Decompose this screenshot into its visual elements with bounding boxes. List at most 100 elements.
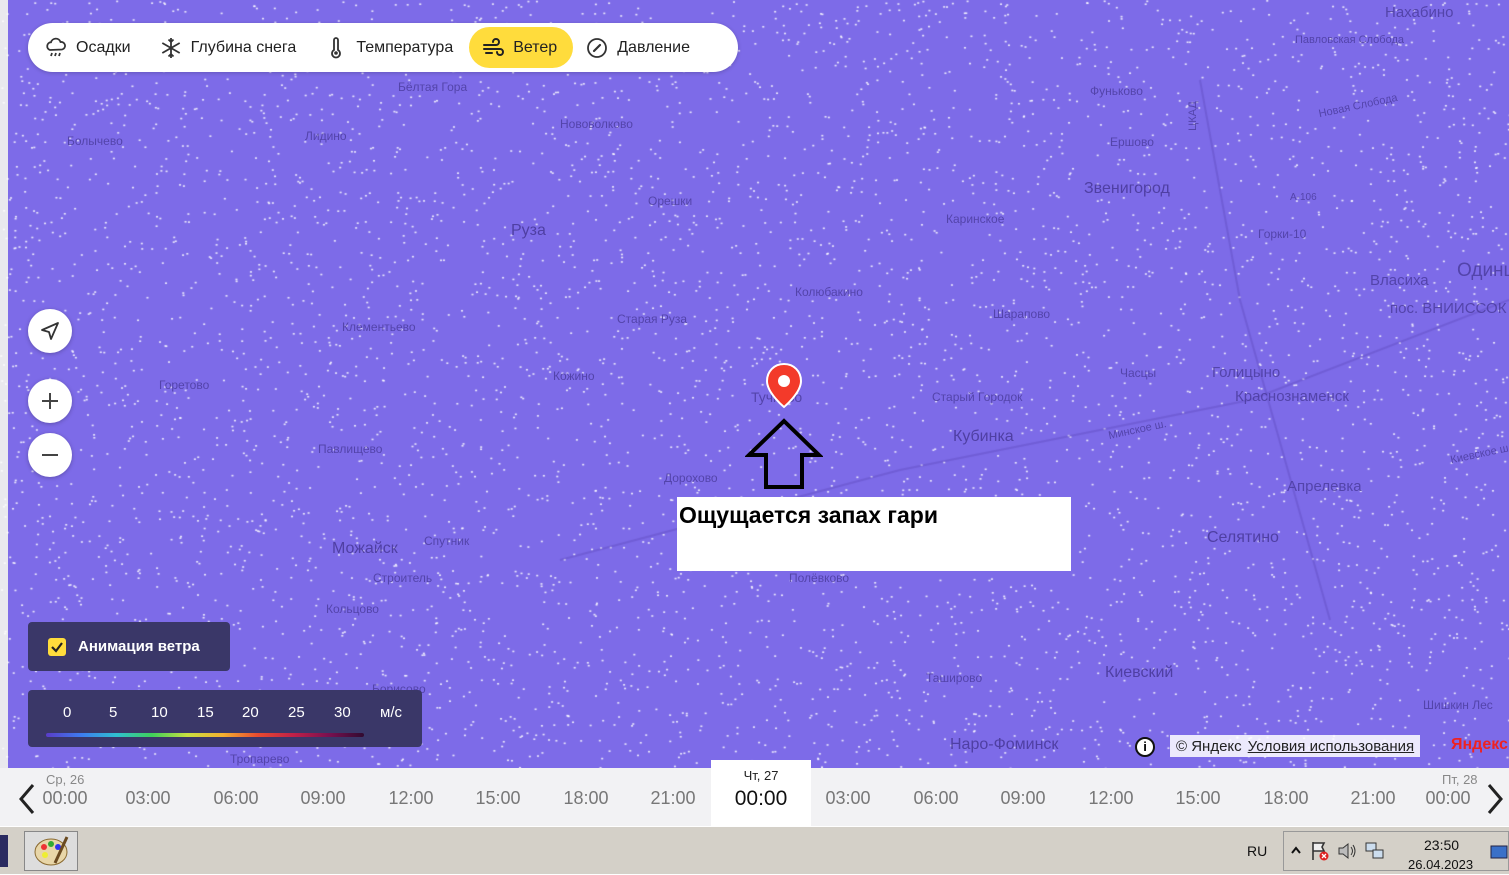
timeline-slot[interactable]: 03:00 bbox=[108, 788, 188, 809]
flag-alert-icon[interactable] bbox=[1310, 840, 1330, 862]
zoom-in-button[interactable] bbox=[28, 379, 72, 423]
legend-unit: м/с bbox=[380, 704, 402, 721]
place-label: Шарапово bbox=[993, 307, 1051, 321]
place-label: Наро-Фоминск bbox=[950, 736, 1059, 753]
timeline-slot[interactable]: 12:00 bbox=[1071, 788, 1151, 809]
legend-tick: 5 bbox=[109, 704, 118, 721]
up-arrow-icon bbox=[745, 418, 823, 489]
timeline-slot[interactable]: 03:00 bbox=[808, 788, 888, 809]
place-label: Строитель bbox=[373, 571, 433, 585]
timeline-slot[interactable]: 21:00 bbox=[1333, 788, 1413, 809]
tab-temperature[interactable]: Температура bbox=[312, 27, 469, 68]
tab-label: Осадки bbox=[76, 38, 131, 56]
legend-color-bar bbox=[46, 733, 364, 737]
place-label: Спутник bbox=[424, 534, 470, 548]
map-area[interactable]: Нахабино Павловская Слобода Новая Слобод… bbox=[0, 0, 1509, 768]
timeline-slot[interactable]: 09:00 bbox=[283, 788, 363, 809]
timeline-current-day: Чт, 27 bbox=[743, 768, 779, 783]
place-label: Ершово bbox=[1110, 135, 1154, 149]
chevron-up-icon[interactable] bbox=[1290, 842, 1302, 860]
place-label: Дорохово bbox=[664, 471, 718, 485]
minus-icon bbox=[42, 454, 58, 456]
taskbar-app-paint[interactable] bbox=[24, 831, 78, 871]
place-label: Апрелевка bbox=[1287, 478, 1362, 495]
timeline-next-button[interactable] bbox=[1483, 782, 1507, 816]
annotation-text: Ощущается запах гари bbox=[679, 502, 938, 528]
timeline-slot[interactable]: 18:00 bbox=[1246, 788, 1326, 809]
legend-tick: 10 bbox=[151, 704, 168, 721]
timeline-slot[interactable]: 00:00 bbox=[1420, 788, 1476, 809]
tab-pressure[interactable]: Давление bbox=[573, 27, 706, 68]
place-label: Кубинка bbox=[953, 428, 1014, 445]
timeline-slot[interactable]: 21:00 bbox=[633, 788, 713, 809]
wind-animation-toggle[interactable]: Анимация ветра bbox=[28, 622, 230, 671]
timeline-slot[interactable]: 18:00 bbox=[546, 788, 626, 809]
timeline-current-time: 00:00 bbox=[734, 787, 788, 810]
place-label: Старый Городок bbox=[932, 390, 1023, 404]
timeline-slot[interactable]: 06:00 bbox=[196, 788, 276, 809]
cloud-rain-icon bbox=[46, 37, 66, 56]
start-button-edge[interactable] bbox=[0, 835, 8, 867]
legend-tick: 30 bbox=[334, 704, 351, 721]
wind-speed-legend: 0 5 10 15 20 25 30 м/с bbox=[28, 690, 422, 747]
timeline-slot[interactable]: 12:00 bbox=[371, 788, 451, 809]
show-desktop-icon[interactable] bbox=[1490, 845, 1508, 859]
place-label: Горки-10 bbox=[1258, 227, 1307, 241]
geolocate-button[interactable] bbox=[28, 309, 72, 353]
wind-animation-label: Анимация ветра bbox=[78, 638, 200, 655]
legend-tick: 25 bbox=[288, 704, 305, 721]
navigation-arrow-icon bbox=[41, 322, 59, 340]
tab-snow-depth[interactable]: Глубина снега bbox=[147, 27, 313, 68]
wind-animation-checkbox[interactable] bbox=[48, 637, 66, 656]
place-label: Киевский bbox=[1105, 664, 1174, 681]
timeline-prev-button[interactable] bbox=[15, 782, 39, 816]
volume-icon[interactable] bbox=[1336, 840, 1358, 862]
timeline-slot[interactable]: 15:00 bbox=[1158, 788, 1238, 809]
place-label: Ташировo bbox=[926, 671, 983, 685]
place-label: Краснознаменск bbox=[1235, 388, 1349, 405]
road-label: ЦКАД bbox=[1186, 101, 1199, 131]
gauge-icon bbox=[587, 37, 608, 58]
place-label: Старая Руза bbox=[617, 312, 688, 326]
place-label: Селятино bbox=[1207, 529, 1279, 546]
place-label: Орешки bbox=[648, 194, 693, 208]
tab-label: Глубина снега bbox=[190, 38, 297, 56]
terms-link[interactable]: Условия использования bbox=[1248, 738, 1415, 755]
place-label: Одинцово bbox=[1457, 260, 1509, 281]
zoom-out-button[interactable] bbox=[28, 433, 72, 477]
checkmark-icon bbox=[51, 641, 63, 653]
tab-precipitation[interactable]: Осадки bbox=[32, 27, 147, 68]
tab-wind[interactable]: Ветер bbox=[469, 27, 574, 68]
place-label: Лидино bbox=[305, 129, 347, 143]
clock-date[interactable]: 26.04.2023 bbox=[1408, 857, 1473, 872]
location-pin-icon[interactable] bbox=[765, 362, 803, 410]
tab-label: Давление bbox=[617, 38, 690, 56]
place-label: Часцы bbox=[1120, 366, 1157, 380]
timeline-slot[interactable]: 09:00 bbox=[983, 788, 1063, 809]
attribution: © Яндекс Условия использования bbox=[1170, 735, 1421, 757]
info-icon[interactable]: i bbox=[1135, 737, 1155, 757]
legend-tick: 15 bbox=[197, 704, 214, 721]
timeline-slot[interactable]: 06:00 bbox=[896, 788, 976, 809]
paint-palette-icon bbox=[34, 836, 69, 866]
place-label: Болычево bbox=[67, 134, 123, 148]
network-icon[interactable] bbox=[1364, 840, 1386, 862]
language-indicator[interactable]: RU bbox=[1247, 843, 1267, 859]
place-label: пос. ВНИИССОК bbox=[1390, 300, 1507, 317]
place-label: Клементьево bbox=[342, 320, 416, 334]
place-label: Бёлтая Гора bbox=[398, 80, 468, 94]
place-label: Тропарево bbox=[230, 752, 290, 766]
place-label: Голицыно bbox=[1212, 364, 1281, 381]
place-label: Фуньково bbox=[1090, 84, 1143, 98]
place-label: Каринское bbox=[946, 212, 1005, 226]
timeline-slot[interactable]: 15:00 bbox=[458, 788, 538, 809]
thermometer-icon bbox=[331, 36, 342, 58]
place-label: Павлищево bbox=[318, 442, 383, 456]
yandex-logo[interactable]: Яндекс bbox=[1451, 736, 1508, 754]
timeline-current-slot[interactable]: Чт, 27 00:00 bbox=[711, 760, 811, 826]
chevron-right-icon bbox=[1487, 784, 1503, 814]
clock-time[interactable]: 23:50 bbox=[1424, 837, 1459, 853]
annotation-box: Ощущается запах гари bbox=[677, 497, 1071, 571]
place-label: Нахабино bbox=[1385, 4, 1454, 21]
place-label: Звенигород bbox=[1084, 180, 1170, 197]
